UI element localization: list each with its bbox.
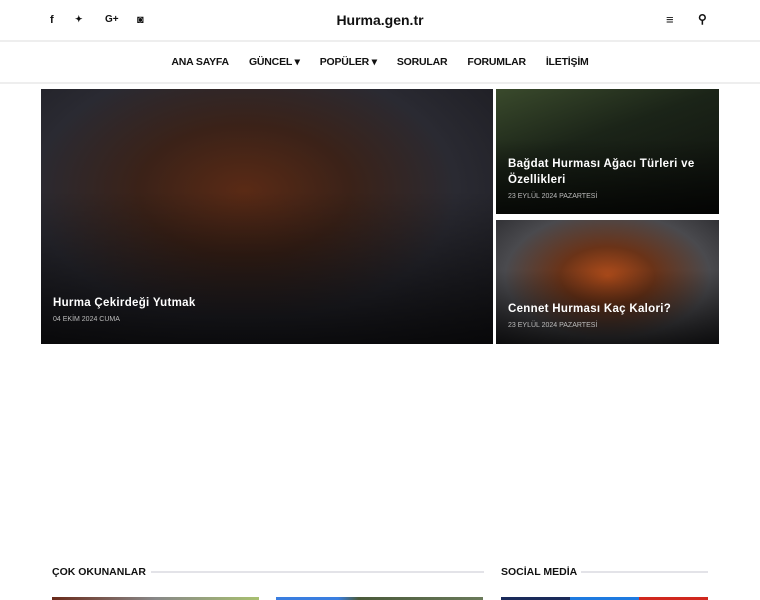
post-date: 04 EKİM 2024 CUMA bbox=[53, 316, 120, 323]
site-logo[interactable]: Hurma.gen.tr bbox=[0, 12, 760, 28]
post-title[interactable]: Hurma Çekirdeği Yutmak bbox=[53, 295, 196, 311]
nav-iletisim[interactable]: İLETİŞİM bbox=[546, 56, 589, 68]
nav-forumlar[interactable]: FORUMLAR bbox=[467, 56, 526, 68]
featured-post-3[interactable]: Cennet Hurması Kaç Kalori? 23 EYLÜL 2024… bbox=[496, 220, 719, 344]
featured-post-main[interactable]: Hurma Çekirdeği Yutmak 04 EKİM 2024 CUMA bbox=[41, 89, 493, 344]
post-date: 23 EYLÜL 2024 PAZARTESİ bbox=[508, 322, 598, 329]
nav-sorular[interactable]: SORULAR bbox=[397, 56, 448, 68]
post-title[interactable]: Cennet Hurması Kaç Kalori? bbox=[508, 301, 671, 317]
divider bbox=[581, 571, 708, 573]
nav-ana-sayfa[interactable]: ANA SAYFA bbox=[171, 56, 229, 68]
featured-post-2[interactable]: Bağdat Hurması Ağacı Türleri ve Özellikl… bbox=[496, 89, 719, 214]
nav-populer[interactable]: POPÜLER ▾ bbox=[320, 56, 377, 68]
top-bar: f ✦ G+ ◙ Hurma.gen.tr ≡ ⚲ bbox=[0, 0, 760, 42]
social-heading: SOCİAL MEDİA bbox=[501, 566, 578, 578]
menu-icon[interactable]: ≡ bbox=[666, 12, 674, 27]
popular-heading: ÇOK OKUNANLAR bbox=[52, 566, 146, 578]
post-title[interactable]: Bağdat Hurması Ağacı Türleri ve Özellikl… bbox=[508, 156, 708, 188]
divider bbox=[151, 571, 484, 573]
post-date: 23 EYLÜL 2024 PAZARTESİ bbox=[508, 193, 598, 200]
search-icon[interactable]: ⚲ bbox=[698, 12, 707, 26]
nav-guncel[interactable]: GÜNCEL ▾ bbox=[249, 56, 300, 68]
main-nav: ANA SAYFA GÜNCEL ▾ POPÜLER ▾ SORULAR FOR… bbox=[0, 42, 760, 84]
